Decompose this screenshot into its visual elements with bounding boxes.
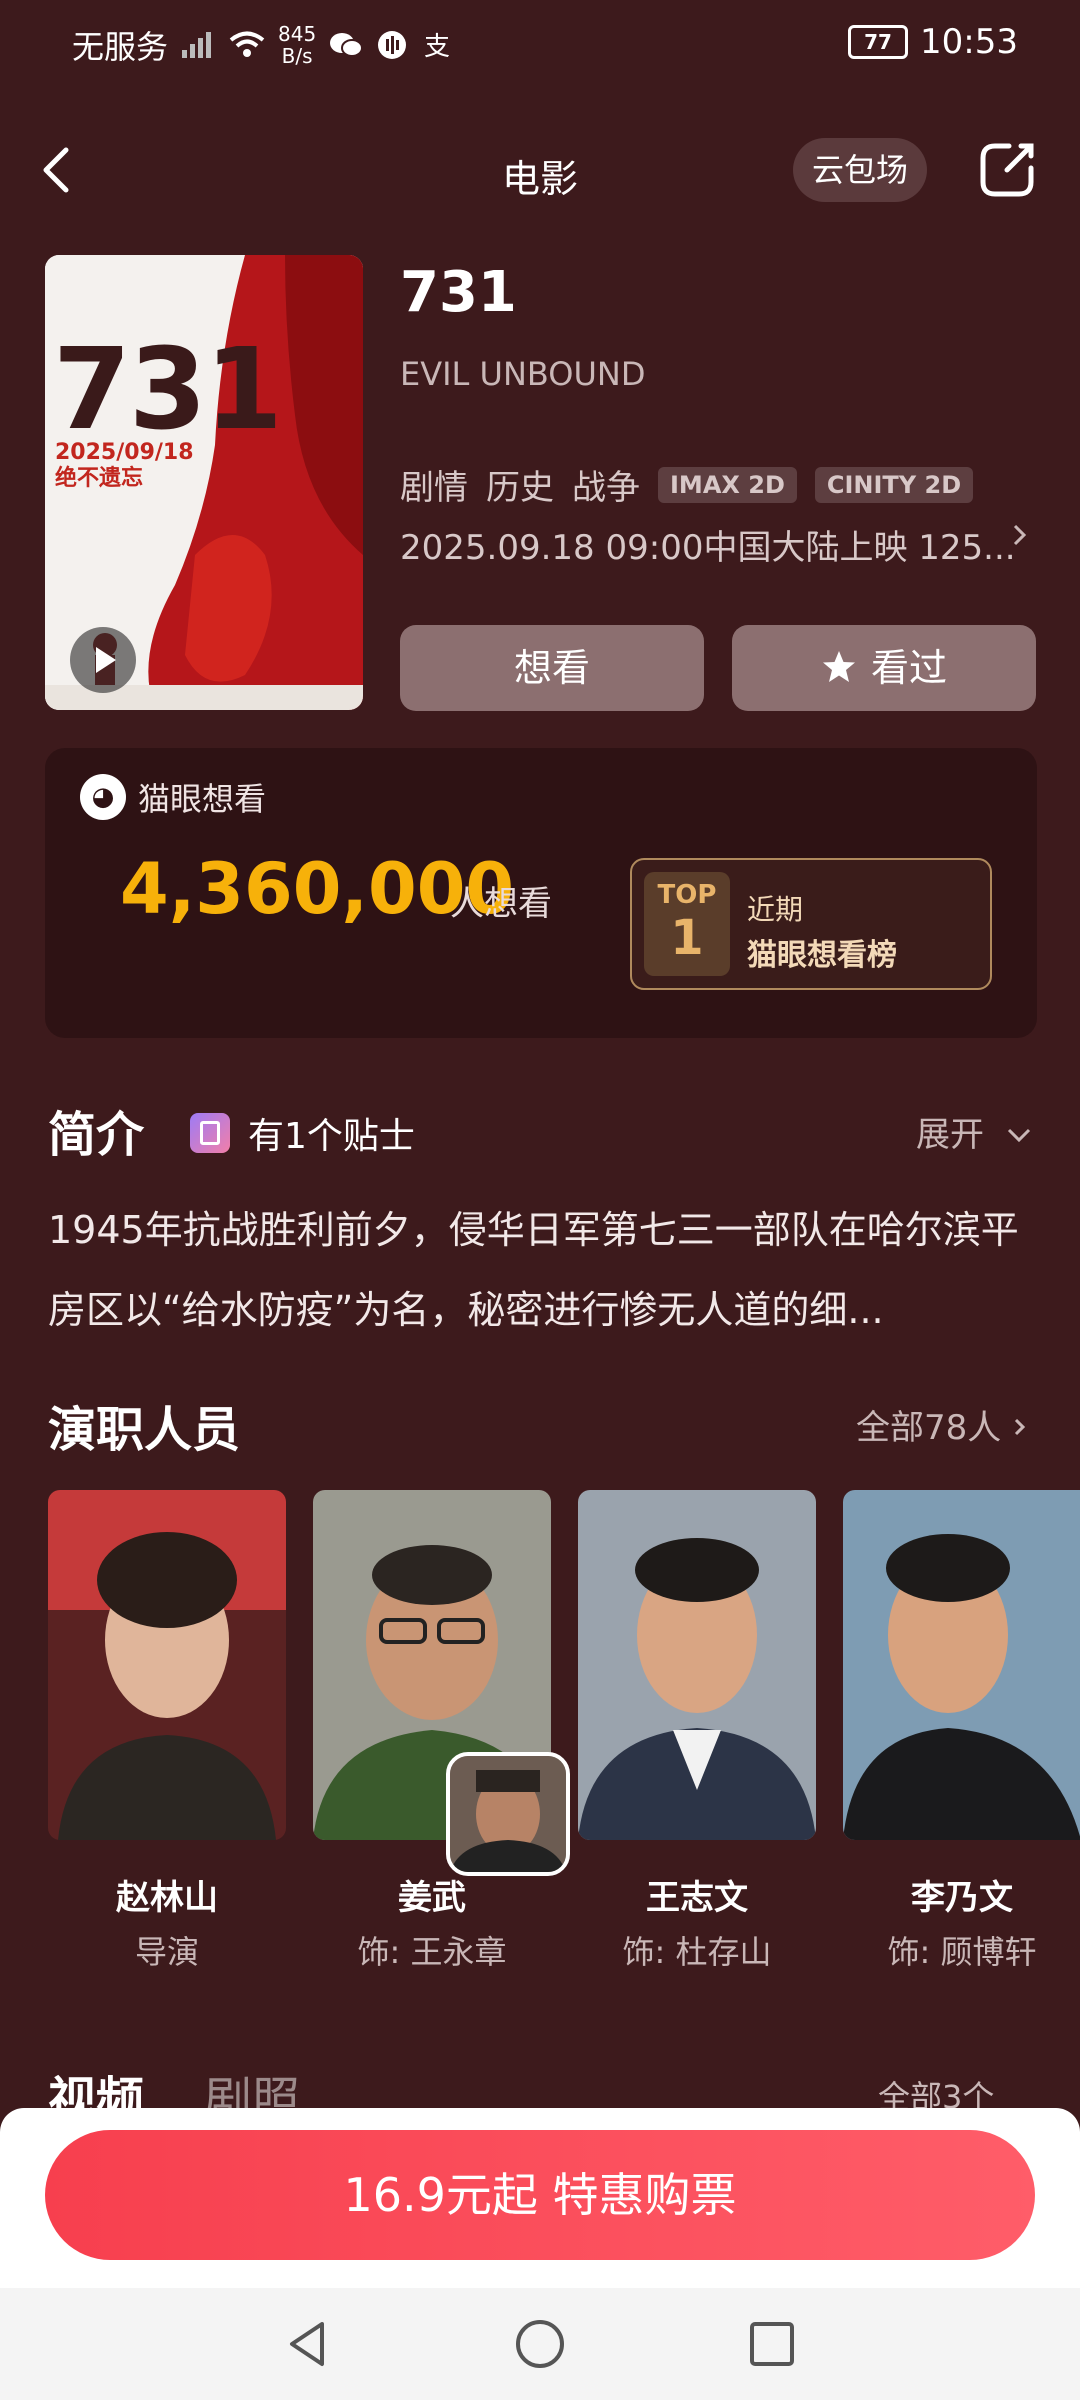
movie-english-title: EVIL UNBOUND	[400, 355, 646, 393]
rank-period: 近期	[747, 893, 804, 926]
tips-icon	[190, 1113, 230, 1153]
clock: 10:53	[920, 22, 1018, 62]
rank-list-name: 猫眼想看榜	[747, 938, 897, 973]
cast-name: 姜武	[398, 1878, 466, 1918]
cast-role: 饰: 顾博轩	[887, 1933, 1037, 1971]
wechat-icon	[330, 33, 364, 57]
buy-ticket-button[interactable]: 16.9元起 特惠购票	[45, 2130, 1035, 2260]
battery-icon: 77	[848, 25, 909, 59]
svg-text:支: 支	[424, 32, 450, 61]
want-source: 猫眼想看	[138, 780, 267, 818]
cast-member[interactable]: 赵林山 导演	[48, 1490, 286, 1973]
network-speed: 845 B/s	[278, 22, 317, 68]
cloud-booking-button[interactable]: 云包场	[793, 138, 927, 202]
cast-name: 李乃文	[911, 1878, 1013, 1918]
synopsis-title: 简介	[48, 1107, 145, 1163]
expand-button[interactable]: 展开	[916, 1107, 1033, 1156]
synopsis-text: 1945年抗战胜利前夕，侵华日军第七三一部队在哈尔滨平房区以“给水防疫”为名，秘…	[48, 1208, 1019, 1332]
format-badge: IMAX 2D	[658, 466, 797, 503]
cast-name: 赵林山	[116, 1878, 218, 1918]
play-icon	[96, 647, 116, 673]
poster-title: 731	[53, 325, 283, 455]
chevron-down-icon	[1007, 1128, 1030, 1143]
alipay-icon: 支	[424, 32, 450, 61]
genre-row: 剧情 历史 战争 IMAX 2D CINITY 2D	[400, 460, 974, 509]
share-icon[interactable]	[975, 138, 1039, 202]
want-unit: 人想看	[450, 884, 552, 924]
watched-button[interactable]: 看过	[732, 625, 1036, 711]
music-icon	[378, 31, 407, 59]
wifi-icon	[229, 31, 265, 57]
cast-role: 导演	[134, 1933, 199, 1971]
movie-title: 731	[400, 260, 517, 325]
cast-name: 王志文	[646, 1878, 748, 1918]
release-info[interactable]: 2025.09.18 09:00中国大陆上映 125...	[400, 520, 1040, 569]
tips-link[interactable]: 有1个贴士	[190, 1107, 415, 1159]
poster-date: 2025/09/18 绝不遗忘	[55, 440, 194, 491]
cast-title: 演职人员	[48, 1402, 241, 1458]
maoyan-cat-icon: ◕	[80, 774, 126, 820]
cast-role: 饰: 杜存山	[622, 1933, 772, 1971]
genre: 剧情	[400, 468, 468, 508]
rank-top-icon: TOP 1	[644, 872, 730, 976]
movie-poster[interactable]: 731 2025/09/18 绝不遗忘	[45, 255, 363, 710]
format-badge: CINITY 2D	[814, 466, 974, 503]
chevron-right-icon[interactable]	[1010, 520, 1030, 550]
nav-recents-icon[interactable]	[744, 2316, 800, 2372]
top-nav: 电影 云包场	[0, 120, 1080, 220]
want-to-watch-card: ◕ 猫眼想看 4,360,000 人想看 TOP 1 近期 猫眼想看榜	[45, 748, 1037, 1038]
role-thumbnail	[446, 1752, 570, 1876]
nav-home-icon[interactable]	[512, 2316, 568, 2372]
want-to-watch-button[interactable]: 想看	[400, 625, 704, 711]
cast-photo	[313, 1490, 570, 1876]
system-nav-bar	[0, 2288, 1080, 2400]
carrier-label: 无服务	[72, 28, 169, 66]
genre: 战争	[572, 468, 640, 508]
genre: 历史	[486, 468, 554, 508]
cast-member[interactable]: 李乃文 饰: 顾博轩	[843, 1490, 1080, 1973]
cast-photo	[48, 1490, 286, 1840]
signal-icon	[182, 32, 212, 58]
cast-photo	[843, 1490, 1080, 1840]
nav-back-icon[interactable]	[280, 2316, 336, 2372]
cast-photo	[578, 1490, 816, 1840]
cast-view-all[interactable]: 全部78人	[856, 1400, 1028, 1449]
star-icon	[822, 651, 855, 682]
play-trailer-button[interactable]	[70, 627, 136, 693]
cast-member[interactable]: 姜武 饰: 王永章	[313, 1490, 570, 1973]
cast-role: 饰: 王永章	[357, 1933, 507, 1971]
cast-member[interactable]: 王志文 饰: 杜存山	[578, 1490, 816, 1973]
status-bar: 无服务 845 B/s 支 77 10:53	[0, 0, 1080, 96]
ranking-badge[interactable]: TOP 1 近期 猫眼想看榜	[630, 858, 992, 990]
chevron-right-icon	[1015, 1418, 1026, 1436]
